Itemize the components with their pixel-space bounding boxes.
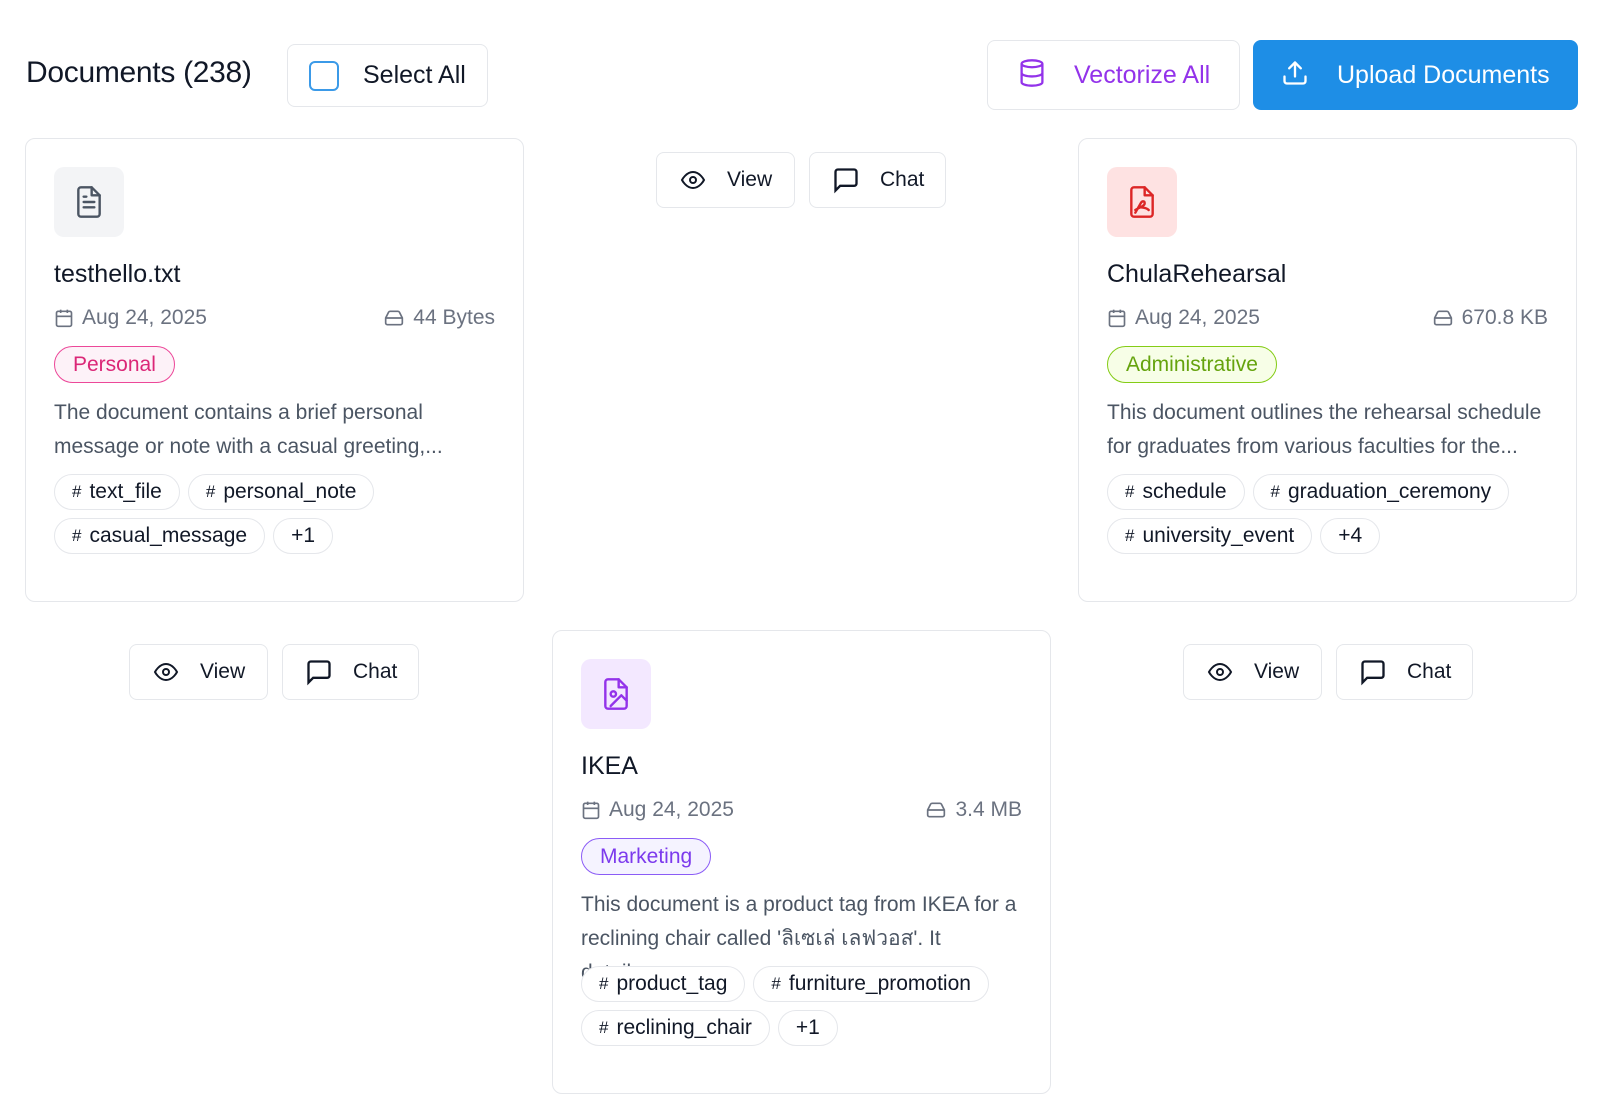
category-badge: Personal: [54, 346, 175, 383]
tag-chip[interactable]: # product_tag: [581, 966, 746, 1002]
document-date: Aug 24, 2025: [609, 798, 734, 821]
hard-drive-icon: [385, 310, 404, 326]
tag-chip[interactable]: # furniture_promotion: [753, 966, 989, 1002]
chat-label: Chat: [353, 660, 398, 683]
chat-label: Chat: [880, 168, 925, 191]
calendar-icon: [582, 801, 600, 820]
message-square-icon: [834, 168, 858, 194]
eye-icon: [680, 170, 706, 190]
hash-icon: #: [599, 1018, 609, 1037]
eye-icon: [153, 662, 179, 682]
view-label: View: [200, 660, 246, 683]
message-square-icon: [307, 660, 331, 686]
select-all-checkbox[interactable]: [309, 60, 339, 91]
document-description: This document outlines the rehearsal sch…: [1107, 401, 1542, 458]
hash-icon: #: [205, 482, 216, 501]
chat-label: Chat: [1407, 660, 1452, 683]
page-title: Documents (238): [26, 56, 252, 89]
hash-icon: #: [771, 974, 781, 993]
hash-icon: #: [599, 974, 609, 993]
category-badge: Administrative: [1107, 346, 1277, 383]
category-badge: Marketing: [581, 838, 712, 875]
calendar-icon: [55, 309, 73, 328]
chat-button[interactable]: Chat: [1336, 644, 1473, 700]
select-all-label: Select All: [363, 61, 466, 89]
hash-icon: #: [1125, 526, 1135, 545]
tag-list: # text_file # personal_note # casual_messag…: [54, 474, 503, 554]
more-tags-chip[interactable]: +4: [1320, 518, 1381, 554]
image-file-icon: [581, 659, 651, 729]
view-button[interactable]: View: [1183, 644, 1322, 700]
hash-icon: #: [1125, 482, 1135, 501]
document-size: 44 Bytes: [413, 306, 495, 329]
database-icon: [1018, 58, 1046, 93]
chat-button[interactable]: Chat: [282, 644, 419, 700]
upload-icon: [1281, 59, 1309, 92]
hard-drive-icon: [927, 802, 946, 818]
pdf-file-icon: [1107, 167, 1177, 237]
upload-documents-button[interactable]: Upload Documents: [1253, 40, 1578, 110]
tag-list: # schedule # graduation_ceremony # universi…: [1107, 474, 1556, 554]
document-size: 670.8 KB: [1461, 306, 1548, 329]
select-all-button[interactable]: Select All: [287, 44, 488, 107]
document-size: 3.4 MB: [955, 798, 1022, 821]
document-card[interactable]: testhello.txt Aug 24, 2025 44 Bytes Pers…: [25, 138, 524, 602]
view-label: View: [727, 168, 773, 191]
eye-icon: [1207, 662, 1233, 682]
document-date: Aug 24, 2025: [82, 306, 207, 329]
tag-chip[interactable]: # personal_note: [187, 474, 375, 510]
tag-chip[interactable]: # reclining_chair: [581, 1010, 770, 1046]
document-date: Aug 24, 2025: [1135, 306, 1260, 329]
tag-chip[interactable]: # graduation_ceremony: [1252, 474, 1510, 510]
upload-documents-label: Upload Documents: [1337, 60, 1550, 89]
text-file-icon: [54, 167, 124, 237]
message-square-icon: [1361, 660, 1385, 686]
documents-page: Documents (238) Select All Vectorize All…: [0, 0, 1621, 1099]
more-tags-chip[interactable]: +1: [273, 518, 334, 554]
tag-chip[interactable]: # text_file: [54, 474, 180, 510]
more-tags-chip[interactable]: +1: [777, 1010, 838, 1046]
tag-chip[interactable]: # university_event: [1107, 518, 1313, 554]
hard-drive-icon: [1433, 310, 1452, 326]
hash-icon: #: [1270, 482, 1280, 501]
document-name[interactable]: testhello.txt: [54, 260, 180, 289]
view-button[interactable]: View: [656, 152, 795, 208]
view-button[interactable]: View: [129, 644, 268, 700]
document-description: The document contains a brief personal m…: [54, 401, 443, 458]
hash-icon: #: [72, 526, 82, 545]
document-name[interactable]: IKEA: [581, 752, 638, 781]
vectorize-all-label: Vectorize All: [1074, 60, 1211, 89]
calendar-icon: [1108, 309, 1126, 328]
tag-chip[interactable]: # casual_message: [54, 518, 266, 554]
hash-icon: #: [72, 482, 82, 501]
document-card[interactable]: IKEA Aug 24, 2025 3.4 MB Marketing This …: [552, 630, 1051, 1094]
document-card[interactable]: ChulaRehearsal Aug 24, 2025 670.8 KB Adm…: [1078, 138, 1577, 602]
view-label: View: [1254, 660, 1300, 683]
chat-button[interactable]: Chat: [809, 152, 946, 208]
vectorize-all-button[interactable]: Vectorize All: [987, 40, 1240, 110]
tag-list: # product_tag # furniture_promotion # recli…: [581, 966, 1030, 1046]
tag-chip[interactable]: # schedule: [1107, 474, 1245, 510]
document-name[interactable]: ChulaRehearsal: [1107, 260, 1286, 289]
